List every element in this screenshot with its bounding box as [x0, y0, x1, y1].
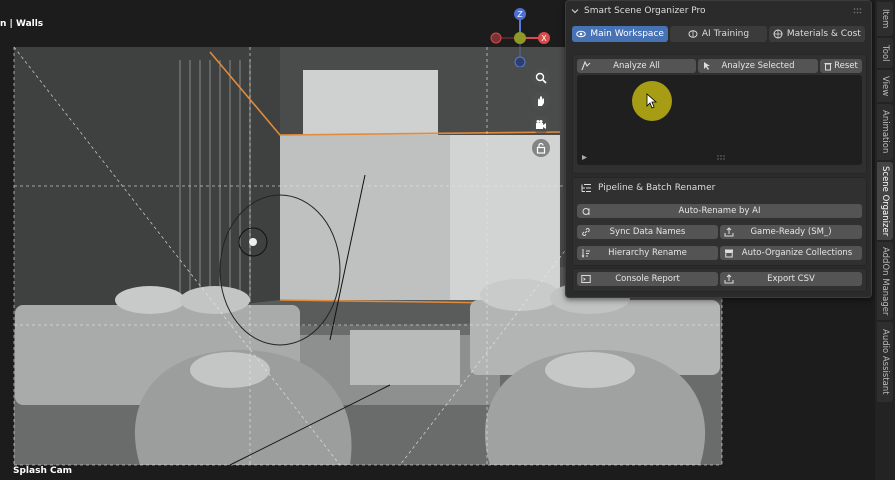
gizmo-x-label: X — [541, 34, 547, 43]
sidebar-tab-animation[interactable]: Animation — [877, 104, 893, 160]
hierarchy-rename-button[interactable]: Hierarchy Rename — [577, 246, 718, 260]
export-icon — [724, 274, 734, 284]
auto-organize-collections-button[interactable]: Auto-Organize Collections — [720, 246, 862, 260]
viewport-header-label: n | Walls — [0, 19, 44, 29]
analysis-results-list[interactable] — [577, 75, 862, 165]
sidebar-tab-audio-assistant[interactable]: Audio Assistant — [877, 322, 893, 402]
report-section: Console Report Export CSV — [572, 268, 867, 292]
sidebar-tab-tool[interactable]: Tool — [877, 38, 893, 68]
panel-title: Smart Scene Organizer Pro — [584, 6, 706, 16]
export-icon — [724, 227, 734, 237]
drag-grip-icon[interactable] — [853, 7, 863, 15]
auto-rename-ai-button[interactable]: Auto-Rename by AI — [577, 204, 862, 218]
analyze-all-button[interactable]: Analyze All — [577, 59, 696, 73]
panel-header[interactable]: Smart Scene Organizer Pro — [566, 1, 871, 21]
shader-icon — [773, 29, 783, 39]
n-panel-tab-bar: Item Tool View Animation Scene Organizer… — [875, 0, 895, 480]
resize-grip-icon[interactable] — [717, 155, 727, 160]
smart-scene-organizer-panel: Smart Scene Organizer Pro Main Workspace… — [565, 0, 872, 298]
sidebar-tab-view[interactable]: View — [877, 70, 893, 102]
hierarchy-list-icon — [581, 184, 591, 192]
pipeline-renamer-section: Pipeline & Batch Renamer Auto-Rename by … — [572, 177, 867, 266]
sidebar-tab-addon-manager[interactable]: AddOn Manager — [877, 242, 893, 320]
gizmo-z-label: Z — [517, 10, 523, 19]
expand-arrow-icon[interactable] — [581, 154, 588, 161]
link-icon — [582, 228, 590, 236]
analyze-selected-button[interactable]: Analyze Selected — [698, 59, 818, 73]
sort-icon — [581, 249, 590, 258]
tab-main-workspace[interactable]: Main Workspace — [572, 26, 669, 42]
tab-label: Materials & Cost — [786, 29, 861, 39]
eye-icon — [576, 30, 587, 38]
collection-box-icon — [725, 249, 733, 258]
sidebar-tab-item[interactable]: Item — [877, 2, 893, 36]
game-ready-button[interactable]: Game-Ready (SM_) — [720, 225, 862, 239]
tab-ai-training[interactable]: AI Training — [670, 26, 767, 42]
analyze-all-icon — [581, 61, 591, 71]
sync-data-names-button[interactable]: Sync Data Names — [577, 225, 718, 239]
tab-label: Main Workspace — [590, 29, 664, 39]
analyze-section: Analyze All Analyze Selected Reset — [572, 54, 867, 174]
export-csv-button[interactable]: Export CSV — [720, 272, 862, 286]
workspace-tabs: Main Workspace AI Training Materials & C… — [572, 26, 865, 42]
tab-label: AI Training — [701, 29, 750, 39]
ai-rename-icon — [582, 208, 590, 215]
lock-camera-icon[interactable] — [532, 139, 550, 157]
cursor-select-icon — [704, 62, 710, 70]
renamer-title: Pipeline & Batch Renamer — [581, 183, 715, 193]
pan-hand-icon[interactable] — [532, 92, 550, 110]
brain-icon — [688, 30, 698, 38]
axis-gizmo[interactable]: Z X — [487, 5, 557, 67]
console-report-button[interactable]: Console Report — [577, 272, 718, 286]
tab-materials-cost[interactable]: Materials & Cost — [768, 26, 865, 42]
zoom-icon[interactable] — [532, 69, 550, 87]
sidebar-tab-scene-organizer[interactable]: Scene Organizer — [877, 162, 893, 240]
mouse-pointer-icon — [646, 93, 658, 109]
trash-icon — [824, 63, 832, 71]
camera-view-icon[interactable] — [532, 116, 550, 134]
reset-button[interactable]: Reset — [820, 59, 862, 73]
console-icon — [581, 275, 591, 283]
chevron-down-icon[interactable] — [571, 7, 579, 15]
camera-name-label: Splash Cam — [13, 466, 73, 476]
